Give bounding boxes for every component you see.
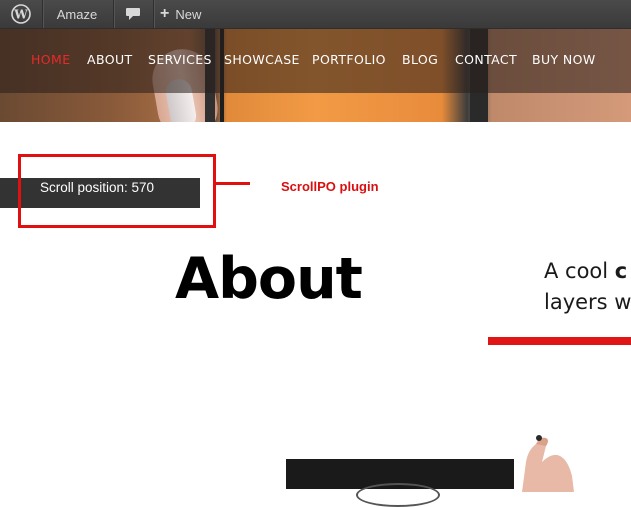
tagline-prefix: A cool bbox=[544, 259, 615, 283]
nav-showcase[interactable]: SHOWCASE bbox=[224, 52, 300, 67]
admin-bar-divider bbox=[113, 0, 114, 28]
tagline-bold: c bbox=[614, 259, 628, 283]
comment-bubble-icon bbox=[126, 8, 140, 20]
nav-services[interactable]: SERVICES bbox=[148, 52, 212, 67]
nav-portfolio[interactable]: PORTFOLIO bbox=[312, 52, 386, 67]
new-label: New bbox=[175, 6, 202, 22]
plus-icon: + bbox=[160, 5, 170, 22]
site-name-link[interactable]: Amaze bbox=[47, 0, 107, 28]
admin-bar-divider bbox=[153, 0, 154, 28]
about-tagline: A cool c layers w bbox=[544, 256, 631, 318]
annotation-highlight-box bbox=[18, 154, 216, 228]
wp-admin-bar: W Amaze + New bbox=[0, 0, 631, 29]
tagline-line2: layers w bbox=[544, 290, 631, 314]
about-image bbox=[286, 459, 514, 507]
nav-about[interactable]: ABOUT bbox=[87, 52, 133, 67]
site-name-label: Amaze bbox=[56, 6, 98, 22]
main-navigation: HOME ABOUT SERVICES SHOWCASE PORTFOLIO B… bbox=[0, 29, 631, 93]
nav-bar: HOME ABOUT SERVICES SHOWCASE PORTFOLIO B… bbox=[0, 29, 631, 93]
about-heading: About bbox=[175, 246, 363, 312]
nav-home[interactable]: HOME bbox=[31, 52, 71, 67]
wordpress-icon[interactable]: W bbox=[6, 0, 36, 28]
nav-buy-now[interactable]: BUY NOW bbox=[532, 52, 596, 67]
svg-text:W: W bbox=[13, 8, 28, 22]
nav-blog[interactable]: BLOG bbox=[402, 52, 438, 67]
hero-header: HOME ABOUT SERVICES SHOWCASE PORTFOLIO B… bbox=[0, 29, 631, 122]
comments-button[interactable] bbox=[116, 0, 150, 28]
annotation-label: ScrollPO plugin bbox=[281, 179, 379, 194]
hand-image bbox=[522, 435, 574, 492]
accent-divider bbox=[488, 337, 631, 345]
annotation-pointer-line bbox=[213, 182, 250, 185]
nav-contact[interactable]: CONTACT bbox=[455, 52, 517, 67]
admin-bar-divider bbox=[42, 0, 43, 28]
new-content-button[interactable]: + New bbox=[160, 0, 220, 28]
